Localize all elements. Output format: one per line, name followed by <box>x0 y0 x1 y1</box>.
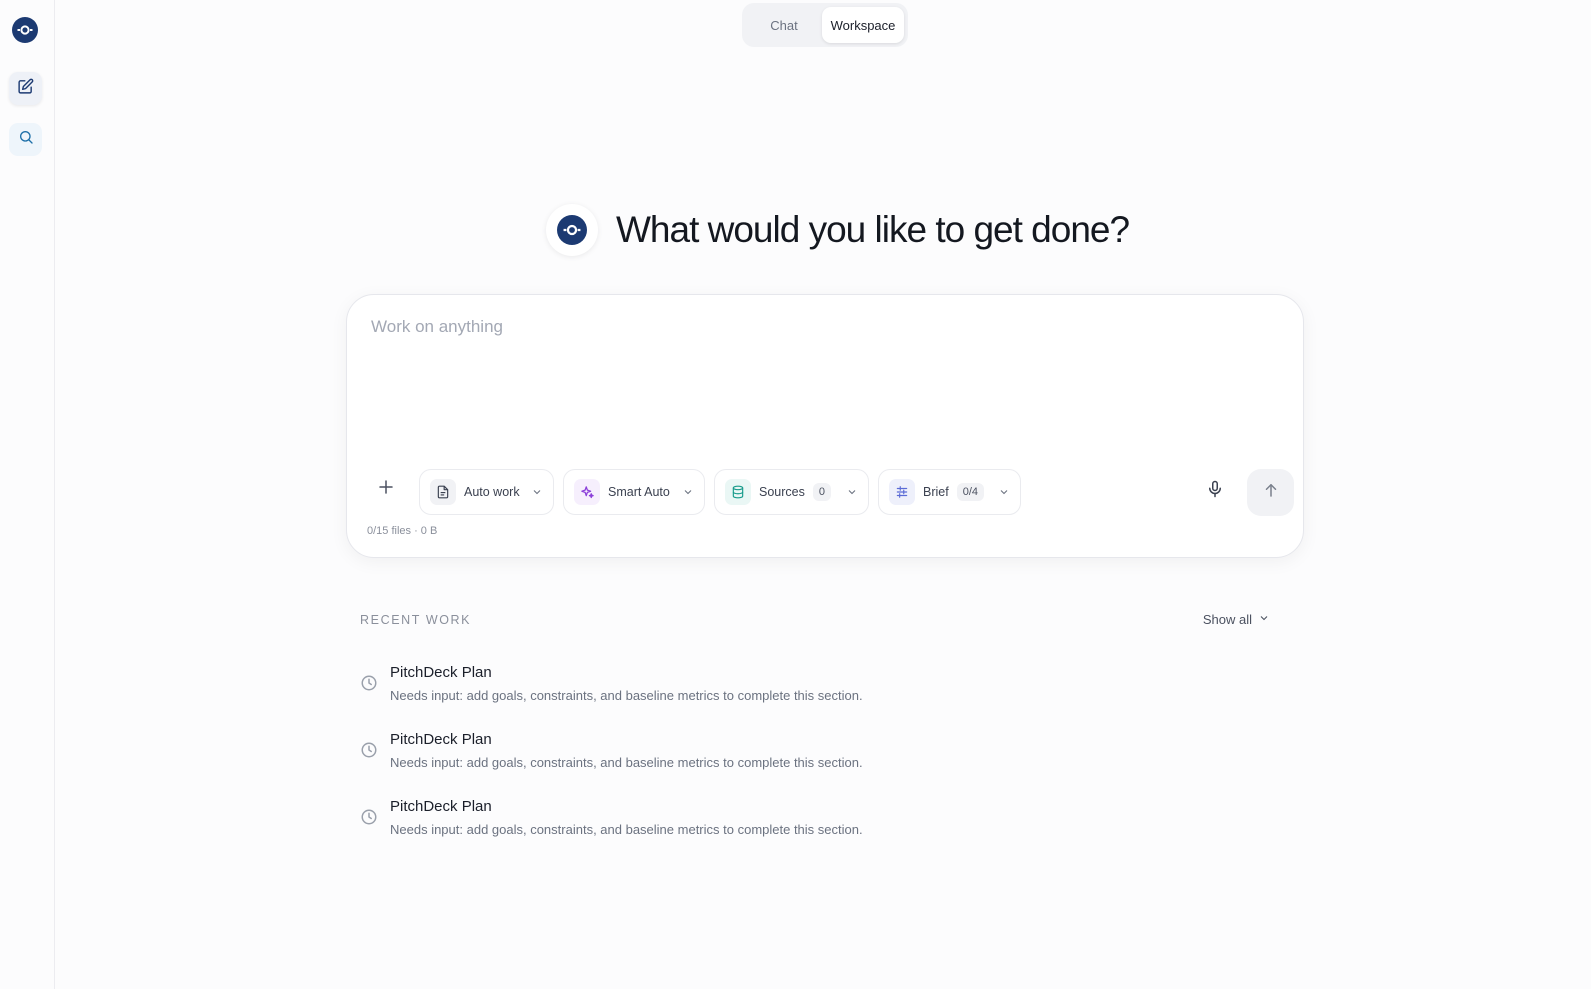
brief-dropdown[interactable]: Brief 0/4 <box>878 469 1021 515</box>
recent-work-title: PitchDeck Plan <box>390 731 492 748</box>
sources-count-badge: 0 <box>812 483 831 501</box>
recent-work-item[interactable]: PitchDeck Plan Needs input: add goals, c… <box>360 662 1294 729</box>
voice-input-button[interactable] <box>1199 475 1231 507</box>
arrow-up-icon <box>1262 481 1280 504</box>
orbit-logo-icon <box>557 215 587 245</box>
show-all-label: Show all <box>1202 612 1252 627</box>
chevron-down-icon <box>998 486 1010 498</box>
show-all-button[interactable]: Show all <box>1203 612 1270 627</box>
auto-work-dropdown[interactable]: Auto work <box>419 469 554 515</box>
page-title: What would you like to get done? <box>616 209 1130 250</box>
new-work-button[interactable] <box>9 72 42 105</box>
clock-icon <box>360 808 378 826</box>
recent-work-header: RECENT WORK Show all <box>360 611 1294 631</box>
recent-work-description: Needs input: add goals, constraints, and… <box>390 822 863 837</box>
auto-work-label: Auto work <box>464 485 520 499</box>
edit-square-icon <box>17 78 34 100</box>
sparkles-icon <box>574 479 600 505</box>
smart-auto-label: Smart Auto <box>608 485 670 499</box>
prompt-input[interactable] <box>371 317 1271 437</box>
recent-work-title: PitchDeck Plan <box>390 798 492 815</box>
tab-workspace[interactable]: Workspace <box>822 7 904 43</box>
chevron-down-icon <box>1258 612 1270 627</box>
hero-logo <box>546 204 598 256</box>
chevron-down-icon <box>846 486 858 498</box>
chevron-down-icon <box>682 486 694 498</box>
sliders-icon <box>889 479 915 505</box>
sources-dropdown[interactable]: Sources 0 <box>714 469 869 515</box>
tab-chat[interactable]: Chat <box>746 7 822 43</box>
brief-count-badge: 0/4 <box>956 483 984 501</box>
app-logo-icon[interactable] <box>12 17 38 43</box>
add-attachment-button[interactable] <box>367 470 405 508</box>
recent-work-description: Needs input: add goals, constraints, and… <box>390 688 863 703</box>
document-icon <box>430 479 456 505</box>
recent-work-description: Needs input: add goals, constraints, and… <box>390 755 863 770</box>
search-icon <box>18 129 34 150</box>
plus-icon <box>377 478 395 501</box>
composer: Auto work Smart Auto Sources 0 <box>346 294 1304 558</box>
recent-work-list: PitchDeck Plan Needs input: add goals, c… <box>360 662 1294 863</box>
recent-work-label: RECENT WORK <box>360 613 472 627</box>
clock-icon <box>360 741 378 759</box>
chevron-down-icon <box>531 486 543 498</box>
file-count-status: 0/15 files · 0 B <box>367 525 438 537</box>
smart-auto-dropdown[interactable]: Smart Auto <box>563 469 705 515</box>
sidebar <box>0 0 55 989</box>
recent-work-item[interactable]: PitchDeck Plan Needs input: add goals, c… <box>360 729 1294 796</box>
sources-label: Sources <box>759 485 805 499</box>
send-button[interactable] <box>1247 469 1294 516</box>
recent-work-title: PitchDeck Plan <box>390 664 492 681</box>
brief-label: Brief <box>923 485 949 499</box>
mode-toggle: Chat Workspace <box>742 3 908 47</box>
microphone-icon <box>1206 480 1224 503</box>
recent-work-item[interactable]: PitchDeck Plan Needs input: add goals, c… <box>360 796 1294 863</box>
search-button[interactable] <box>9 123 42 156</box>
clock-icon <box>360 674 378 692</box>
database-icon <box>725 479 751 505</box>
